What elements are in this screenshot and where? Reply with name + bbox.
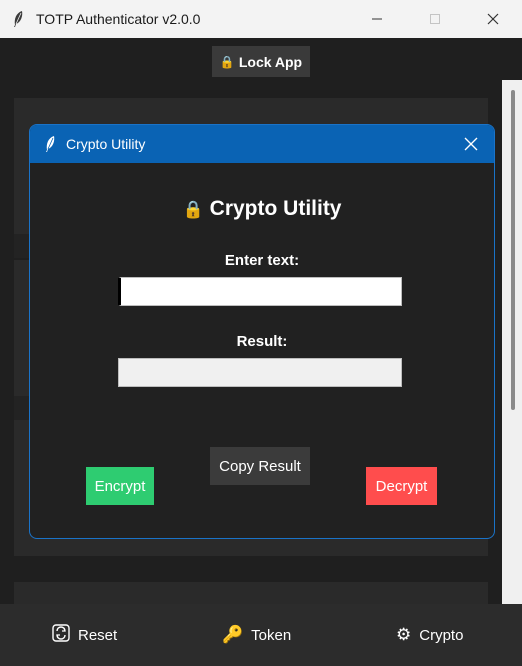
dialog-heading: 🔒 Crypto Utility (30, 197, 494, 221)
encrypt-button[interactable]: Encrypt (86, 467, 154, 505)
scrollbar-thumb[interactable] (511, 90, 515, 410)
token-button[interactable]: 🔑 Token (222, 604, 291, 666)
dialog-title: Crypto Utility (66, 136, 146, 152)
crypto-utility-dialog: Crypto Utility 🔒 Crypto Utility Enter tex… (29, 124, 495, 539)
feather-icon (44, 135, 56, 153)
input-label: Enter text: (224, 252, 300, 269)
key-icon: 🔑 (222, 625, 244, 644)
minimize-icon[interactable] (354, 0, 400, 38)
result-field[interactable] (118, 358, 402, 387)
lock-icon: 🔒 (219, 54, 235, 69)
crypto-label: Crypto (419, 626, 464, 644)
reset-label: Reset (78, 626, 118, 644)
bottom-nav: Reset 🔑 Token ⚙ Crypto (0, 604, 522, 666)
decrypt-button[interactable]: Decrypt (366, 467, 437, 505)
text-input[interactable] (118, 277, 402, 306)
maximize-icon[interactable] (412, 0, 458, 38)
window-title: TOTP Authenticator v2.0.0 (36, 11, 201, 27)
result-label: Result: (236, 333, 288, 350)
close-icon[interactable] (470, 0, 516, 38)
close-icon[interactable] (458, 131, 484, 157)
window-titlebar: TOTP Authenticator v2.0.0 (0, 0, 522, 38)
lock-icon: 🔒 (182, 200, 204, 219)
lock-app-button[interactable]: 🔒 Lock App (212, 46, 310, 77)
copy-result-button[interactable]: Copy Result (210, 447, 310, 485)
lock-app-label: Lock App (238, 53, 303, 70)
feather-icon (12, 10, 26, 28)
dialog-titlebar: Crypto Utility (30, 125, 494, 163)
reset-button[interactable]: Reset (52, 604, 117, 666)
dialog-heading-text: Crypto Utility (209, 197, 342, 220)
gear-icon: ⚙ (396, 625, 412, 644)
reset-icon (52, 623, 70, 647)
token-label: Token (251, 626, 292, 644)
crypto-button[interactable]: ⚙ Crypto (396, 604, 463, 666)
